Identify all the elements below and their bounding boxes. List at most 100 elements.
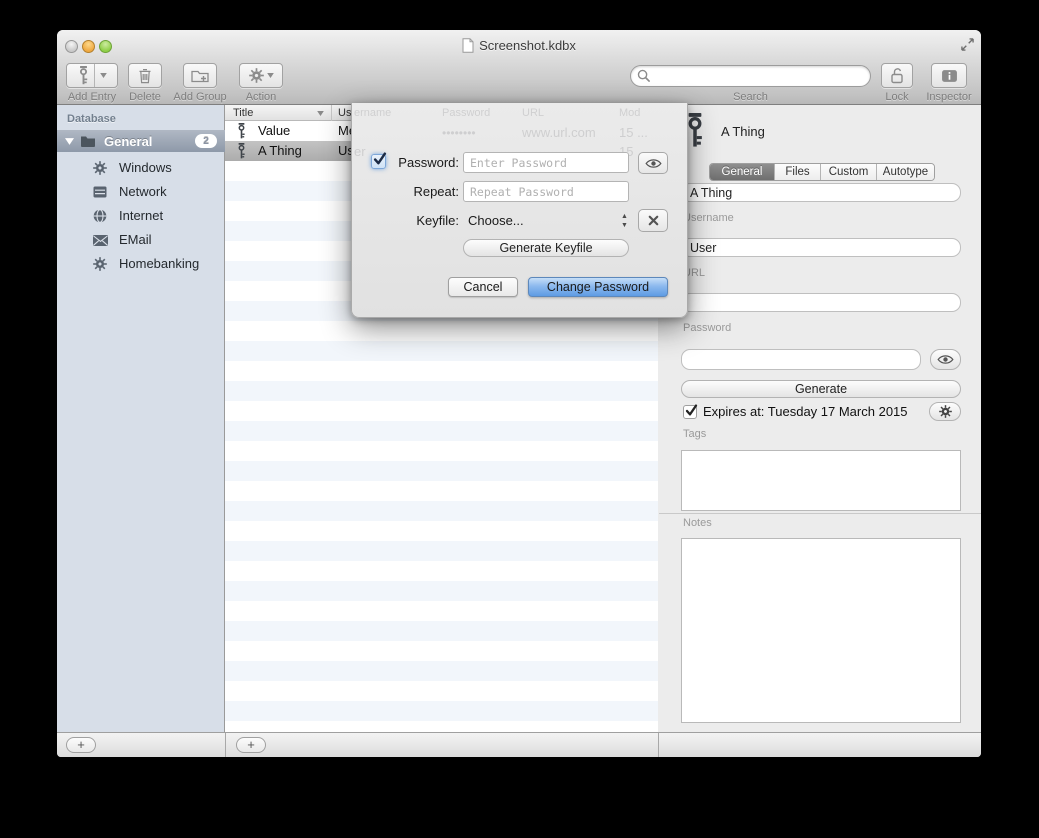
group-count-badge: 2 [195, 134, 217, 148]
globe-icon [93, 209, 107, 223]
column-header-title[interactable]: Title [233, 107, 253, 119]
reveal-password-button[interactable] [930, 349, 961, 370]
search-field-wrap [630, 65, 871, 87]
sidebar-item-label: EMail [119, 228, 152, 252]
delete-button[interactable] [128, 63, 162, 88]
gear-icon [249, 68, 264, 83]
sidebar-section-header: Database [67, 113, 116, 125]
username-field[interactable] [681, 238, 961, 257]
inspector-panel: A Thing General Files Custom Autotype Us… [659, 105, 981, 732]
clear-keyfile-button[interactable] [638, 209, 668, 232]
change-password-button[interactable]: Change Password [528, 277, 668, 297]
column-header-username[interactable]: Us [338, 107, 351, 119]
password-field[interactable] [681, 349, 921, 370]
sidebar-item-windows[interactable]: Windows [57, 156, 225, 180]
lock-button[interactable] [881, 63, 913, 88]
key-icon [78, 66, 89, 85]
tab-autotype[interactable]: Autotype [876, 164, 934, 180]
sort-descending-icon [317, 111, 324, 116]
reveal-new-password-button[interactable] [638, 152, 668, 174]
search-label: Search [630, 91, 871, 103]
tab-general[interactable]: General [710, 164, 774, 180]
expires-settings-button[interactable] [929, 402, 961, 421]
url-field[interactable] [681, 293, 961, 312]
generate-keyfile-button[interactable]: Generate Keyfile [463, 239, 629, 257]
change-password-sheet: ername Password URL Mod •••••••• www.url… [351, 103, 688, 318]
dialog-keyfile-label: Keyfile: [352, 213, 459, 228]
eye-icon [937, 354, 954, 365]
tab-files[interactable]: Files [774, 164, 820, 180]
repeat-password-input[interactable] [463, 181, 629, 202]
expires-checkbox[interactable] [683, 405, 697, 419]
ghost-header-modified: Mod [619, 107, 640, 119]
keyfile-popup[interactable]: Choose... [468, 213, 524, 228]
sidebar-item-label: Network [119, 180, 167, 204]
add-entry-button[interactable] [66, 63, 118, 88]
action-label: Action [239, 91, 283, 103]
ghost-header-password: Password [442, 107, 490, 119]
cancel-button[interactable]: Cancel [448, 277, 518, 297]
add-group-label: Add Group [170, 91, 230, 103]
sidebar-item-label: Homebanking [119, 252, 199, 276]
sidebar-item-homebanking[interactable]: Homebanking [57, 252, 225, 276]
new-password-input[interactable] [463, 152, 629, 173]
add-entry-plus-button[interactable]: + [236, 737, 266, 753]
pane-divider [658, 733, 659, 757]
pane-divider [225, 733, 226, 757]
folder-icon [80, 135, 96, 147]
ghost-modified-value: 15 ... [619, 125, 648, 140]
search-icon [637, 69, 650, 82]
inspector-button[interactable] [931, 63, 967, 88]
titlebar: Screenshot.kdbx [57, 30, 981, 60]
bottom-bar: + + [57, 732, 981, 757]
tab-custom[interactable]: Custom [820, 164, 876, 180]
gear-icon [93, 257, 107, 271]
fullscreen-icon[interactable] [961, 38, 974, 51]
envelope-icon [93, 235, 108, 246]
window-title: Screenshot.kdbx [479, 38, 576, 53]
search-input[interactable] [630, 65, 871, 87]
gear-icon [939, 405, 952, 418]
tags-label: Tags [683, 428, 706, 440]
password-label: Password [683, 322, 731, 334]
sidebar-group-label: General [104, 134, 152, 149]
inspector-entry-title: A Thing [721, 124, 765, 139]
sidebar: Database General 2 Windows Network Inter… [57, 105, 225, 732]
add-group-plus-button[interactable]: + [66, 737, 96, 753]
add-group-button[interactable] [183, 63, 217, 88]
title-field[interactable] [681, 183, 961, 202]
column-divider[interactable] [331, 105, 332, 121]
tags-textarea[interactable] [681, 450, 961, 511]
app-window: Screenshot.kdbx Add Entry Delete Add Gro… [57, 30, 981, 757]
key-icon [685, 113, 705, 148]
notes-label: Notes [683, 517, 712, 529]
info-icon [941, 69, 958, 83]
folder-plus-icon [191, 69, 209, 83]
popup-stepper-icon[interactable]: ▲▼ [620, 212, 629, 232]
sidebar-item-email[interactable]: EMail [57, 228, 225, 252]
gear-icon [93, 161, 107, 175]
eye-icon [645, 158, 662, 169]
entry-title-cell: Value [258, 123, 290, 138]
inspector-label: Inspector [921, 91, 977, 103]
action-button[interactable] [239, 63, 283, 88]
delete-label: Delete [120, 91, 170, 103]
username-label: Username [683, 212, 734, 224]
sidebar-item-internet[interactable]: Internet [57, 204, 225, 228]
key-icon [237, 123, 246, 139]
generate-password-button[interactable]: Generate [681, 380, 961, 398]
entry-title-cell: A Thing [258, 143, 302, 158]
section-divider [659, 513, 981, 514]
add-entry-label: Add Entry [66, 91, 118, 103]
x-icon [648, 215, 659, 226]
notes-textarea[interactable] [681, 538, 961, 723]
trash-icon [138, 68, 152, 84]
sidebar-group-general[interactable]: General 2 [57, 130, 225, 152]
dialog-password-label: Password: [352, 155, 459, 170]
disclosure-triangle-icon[interactable] [65, 138, 74, 145]
sidebar-item-network[interactable]: Network [57, 180, 225, 204]
chevron-down-icon [267, 73, 274, 78]
check-icon [685, 404, 698, 417]
window-chrome: Screenshot.kdbx Add Entry Delete Add Gro… [57, 30, 981, 105]
lock-label: Lock [873, 91, 921, 103]
